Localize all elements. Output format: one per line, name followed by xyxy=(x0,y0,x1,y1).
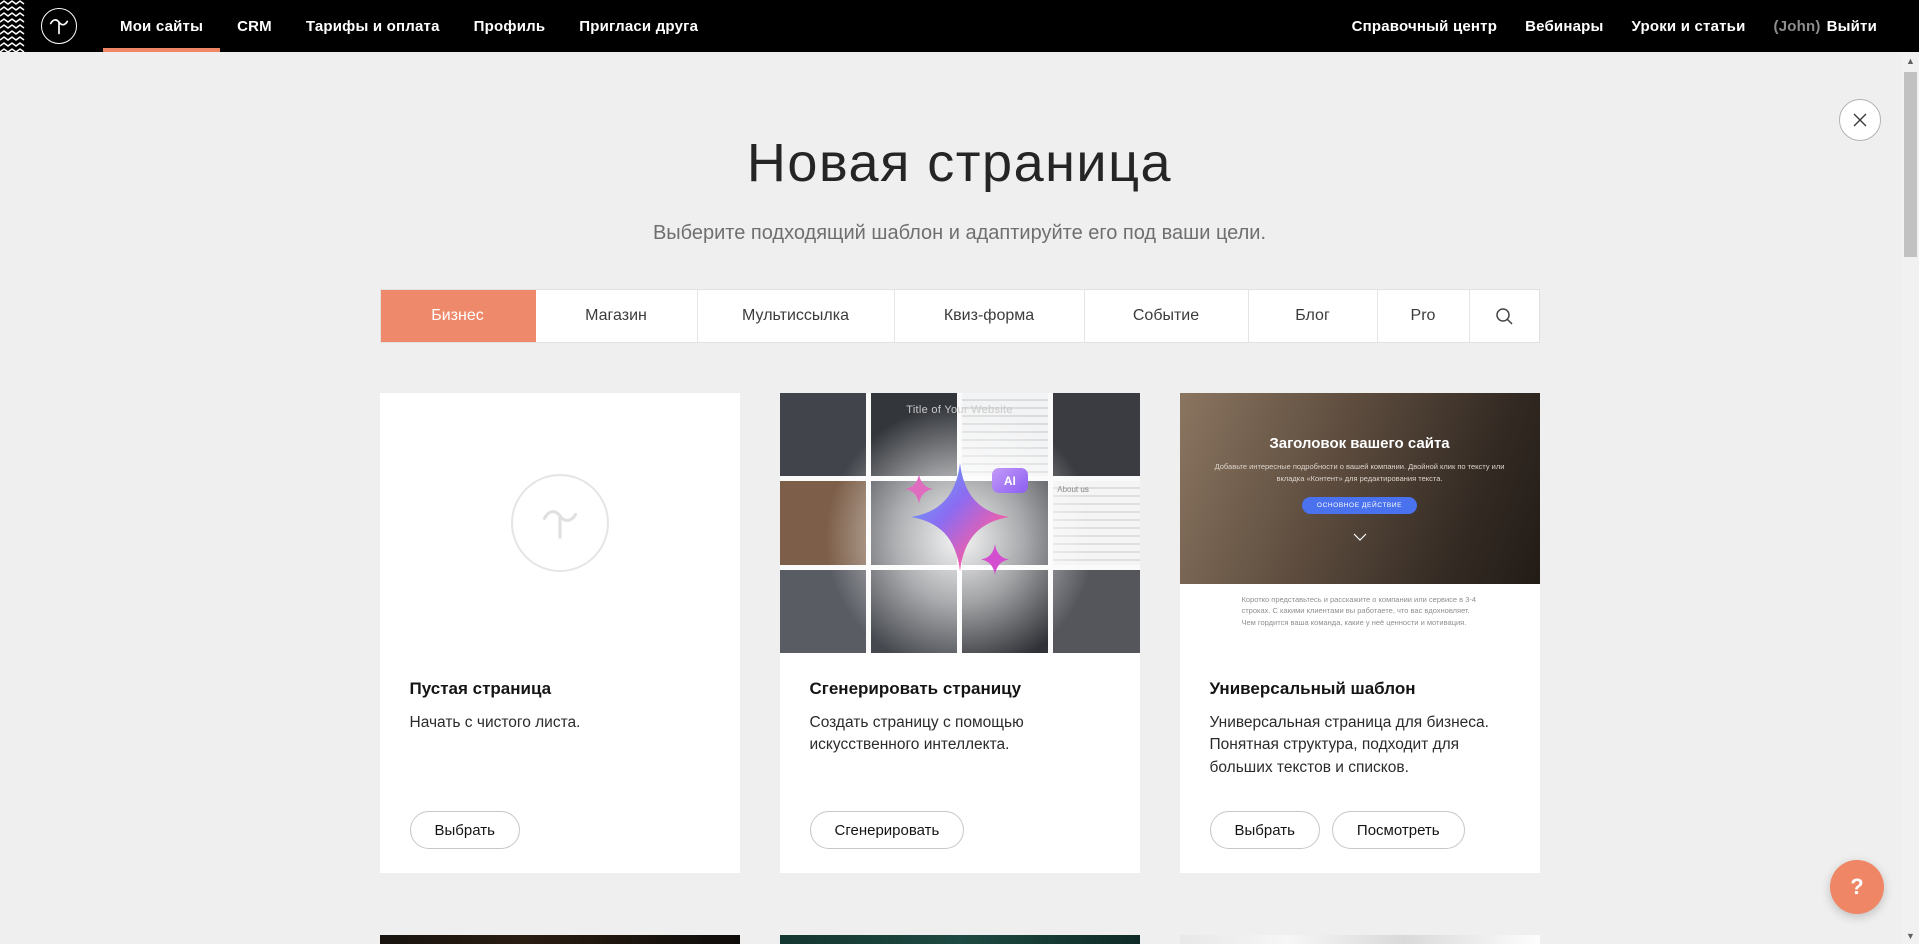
tab-store[interactable]: Магазин xyxy=(536,290,698,342)
scrollbar-down-arrow[interactable]: ▼ xyxy=(1902,927,1919,944)
nav-my-sites[interactable]: Мои сайты xyxy=(103,0,220,52)
universal-card-preview: Заголовок вашего сайта Добавьте интересн… xyxy=(1180,393,1540,653)
tab-pro[interactable]: Pro xyxy=(1378,290,1470,342)
card-description: Начать с чистого листа. xyxy=(410,712,710,734)
help-button[interactable]: ? xyxy=(1830,860,1884,914)
tab-search[interactable] xyxy=(1470,290,1539,342)
card-title: Универсальный шаблон xyxy=(1210,679,1510,699)
topbar: Мои сайты CRM Тарифы и оплата Профиль Пр… xyxy=(0,0,1919,52)
template-card-blank: Пустая страница Начать с чистого листа. … xyxy=(380,393,740,873)
card-description: Создать страницу с помощью искусственног… xyxy=(810,712,1110,757)
tilda-watermark xyxy=(380,393,740,653)
secondary-nav: Справочный центр Вебинары Уроки и статьи… xyxy=(1338,0,1891,52)
scrollbar-up-arrow[interactable]: ▲ xyxy=(1902,52,1919,69)
ai-badge: AI xyxy=(992,468,1028,493)
select-blank-button[interactable]: Выбрать xyxy=(410,811,520,849)
tilda-watermark-icon xyxy=(532,495,588,551)
template-card-partial-2[interactable] xyxy=(780,935,1140,944)
tab-business[interactable]: Бизнес xyxy=(381,290,536,342)
scrollbar-thumb[interactable] xyxy=(1904,72,1917,257)
preview-subtext: Добавьте интересные подробности о вашей … xyxy=(1210,461,1510,484)
logout-link[interactable]: (John) Выйти xyxy=(1760,18,1891,35)
tab-blog[interactable]: Блог xyxy=(1249,290,1378,342)
preview-heading: Заголовок вашего сайта xyxy=(1269,435,1449,452)
ai-sparkle-icon xyxy=(875,438,1045,608)
nav-pricing[interactable]: Тарифы и оплата xyxy=(289,0,457,52)
template-category-tabs: Бизнес Магазин Мультиссылка Квиз-форма С… xyxy=(380,289,1540,343)
ai-card-preview: About us Title of Your Website xyxy=(780,393,1140,653)
card-description: Универсальная страница для бизнеса. Поня… xyxy=(1210,712,1510,779)
preview-body-text: Коротко представьтесь и расскажите о ком… xyxy=(1242,594,1482,628)
scrollbar[interactable]: ▲ ▼ xyxy=(1902,52,1919,944)
nav-profile[interactable]: Профиль xyxy=(457,0,563,52)
card-title: Сгенерировать страницу xyxy=(810,679,1110,699)
template-card-universal: Заголовок вашего сайта Добавьте интересн… xyxy=(1180,393,1540,873)
search-icon xyxy=(1495,307,1514,326)
nav-crm[interactable]: CRM xyxy=(220,0,289,52)
card-title: Пустая страница xyxy=(410,679,710,699)
zigzag-pattern xyxy=(0,0,26,52)
new-page-dialog: Новая страница Выберите подходящий шабло… xyxy=(0,132,1919,944)
blank-card-preview xyxy=(380,393,740,653)
tilda-logo-icon xyxy=(44,11,74,41)
select-universal-button[interactable]: Выбрать xyxy=(1210,811,1320,849)
tab-event[interactable]: Событие xyxy=(1085,290,1249,342)
tab-quiz-form[interactable]: Квиз-форма xyxy=(895,290,1085,342)
generate-button[interactable]: Сгенерировать xyxy=(810,811,965,849)
template-card-partial-3[interactable] xyxy=(1180,935,1540,944)
template-card-ai: About us Title of Your Website xyxy=(780,393,1140,873)
preview-hero: Заголовок вашего сайта Добавьте интересн… xyxy=(1180,393,1540,584)
logout-label: Выйти xyxy=(1827,18,1877,35)
nav-lessons[interactable]: Уроки и статьи xyxy=(1618,18,1760,35)
preview-cta-button: основное действие xyxy=(1302,497,1417,514)
main-nav: Мои сайты CRM Тарифы и оплата Профиль Пр… xyxy=(103,0,715,52)
page-subtitle: Выберите подходящий шаблон и адаптируйте… xyxy=(380,222,1540,245)
nav-help-center[interactable]: Справочный центр xyxy=(1338,18,1512,35)
preview-universal-button[interactable]: Посмотреть xyxy=(1332,811,1465,849)
page-title: Новая страница xyxy=(380,132,1540,194)
tilda-logo[interactable] xyxy=(41,8,77,44)
nav-webinars[interactable]: Вебинары xyxy=(1511,18,1617,35)
preview-body-section: Коротко представьтесь и расскажите о ком… xyxy=(1180,594,1540,653)
tab-multilink[interactable]: Мультиссылка xyxy=(698,290,895,342)
template-grid: Пустая страница Начать с чистого листа. … xyxy=(380,393,1540,944)
user-name: (John) xyxy=(1774,18,1821,35)
close-button[interactable] xyxy=(1839,99,1881,141)
chevron-down-icon xyxy=(1353,533,1367,541)
close-icon xyxy=(1852,112,1868,128)
nav-invite-friend[interactable]: Пригласи друга xyxy=(562,0,715,52)
template-card-partial-1[interactable] xyxy=(380,935,740,944)
